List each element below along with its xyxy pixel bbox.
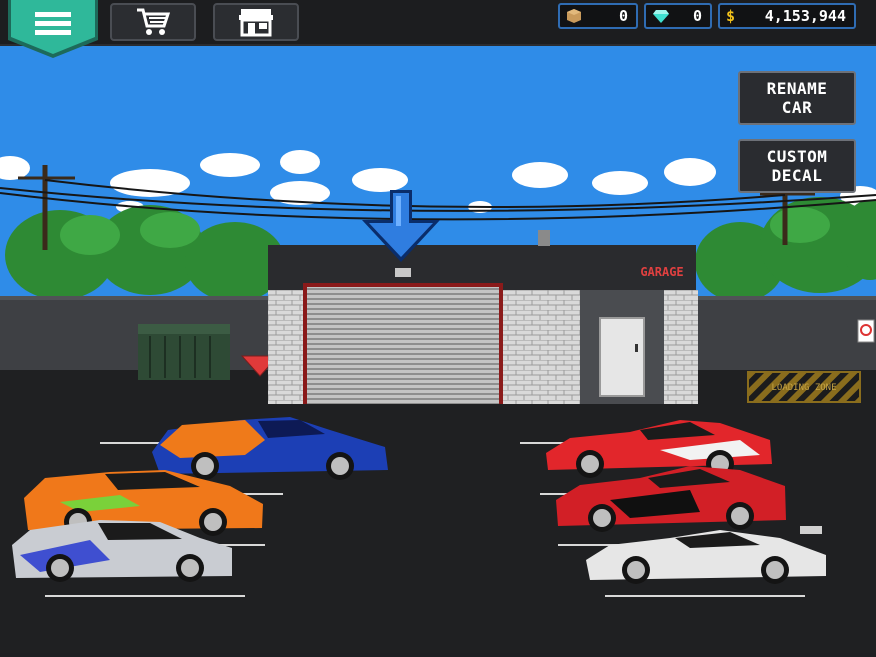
dumpster [138, 324, 230, 380]
money-value: 4,153,944 [764, 7, 846, 25]
store-button[interactable] [213, 3, 299, 41]
parts-counter: 0 [558, 3, 638, 29]
rename-car-button[interactable]: RENAME CAR [738, 71, 856, 125]
garage-building [268, 230, 698, 404]
dollar-icon: $ [726, 7, 736, 25]
garage-sign: GARAGE [640, 265, 683, 279]
diamond-icon [653, 10, 669, 23]
hamburger-icon [8, 0, 98, 58]
shop-button[interactable] [110, 3, 196, 41]
decal-label-2: DECAL [771, 166, 823, 185]
gems-value: 0 [692, 7, 702, 25]
rename-label-2: CAR [781, 98, 813, 117]
decal-label-1: CUSTOM [766, 147, 828, 166]
store-icon [239, 9, 273, 37]
gems-counter: 0 [644, 3, 712, 29]
rename-label-1: RENAME [766, 79, 828, 98]
menu-button[interactable] [8, 0, 98, 60]
cart-icon [137, 8, 170, 35]
custom-decal-button[interactable]: CUSTOM DECAL [738, 139, 856, 193]
crate-icon [567, 9, 581, 23]
loading-zone-label: LOADING ZONE [771, 383, 836, 393]
parts-value: 0 [618, 7, 628, 25]
money-counter: $ 4,153,944 [718, 3, 856, 29]
